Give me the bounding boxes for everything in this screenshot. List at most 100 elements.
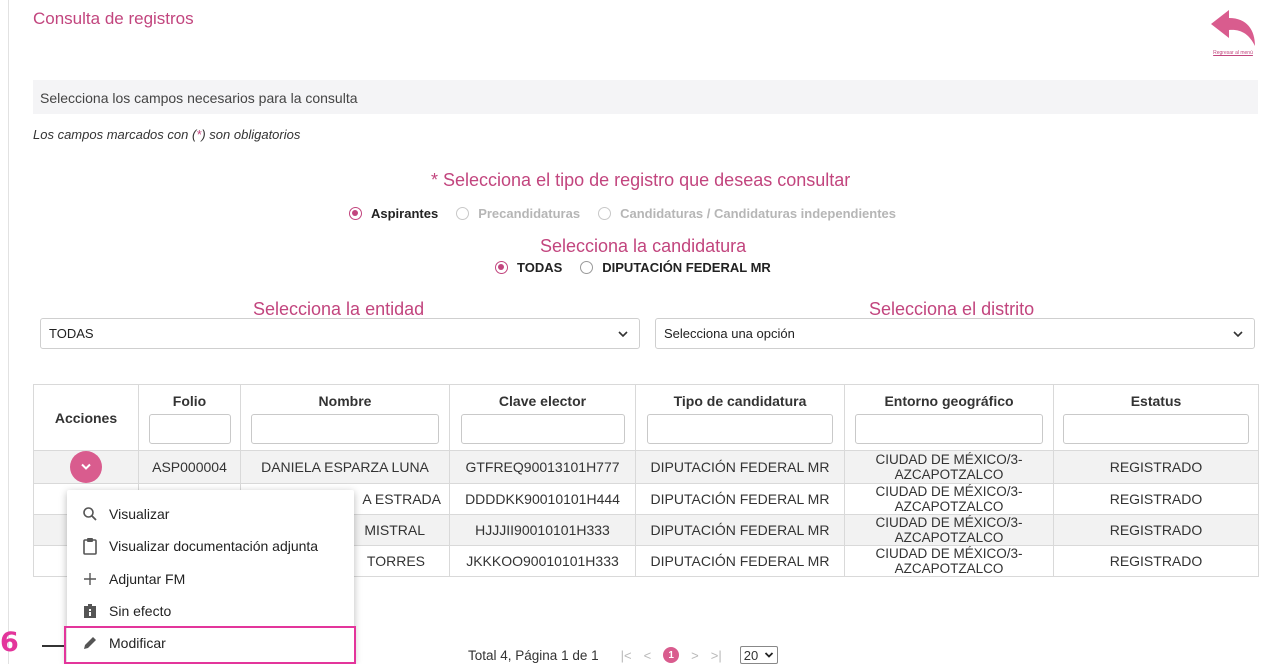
cell-geo-line2: AZCAPOTZALCO bbox=[894, 467, 1004, 482]
col-tipo-label: Tipo de candidatura bbox=[673, 393, 807, 409]
cell-geo: CIUDAD DE MÉXICO/3- AZCAPOTZALCO bbox=[844, 545, 1054, 577]
candidatura-radio-group: TODAS DIPUTACIÓN FEDERAL MR bbox=[495, 260, 789, 275]
plus-icon bbox=[80, 570, 100, 588]
cell-estatus: REGISTRADO bbox=[1053, 514, 1259, 546]
required-fields-note: Los campos marcados con (*) son obligato… bbox=[33, 127, 300, 142]
menu-item-visualizar[interactable]: Visualizar bbox=[67, 498, 354, 530]
chevron-down-icon bbox=[81, 463, 91, 470]
cell-geo-line2: AZCAPOTZALCO bbox=[894, 530, 1004, 545]
radio-label: TODAS bbox=[517, 260, 563, 275]
clave-filter-input[interactable] bbox=[460, 414, 625, 444]
left-divider bbox=[8, 0, 9, 664]
col-acciones: Acciones bbox=[33, 384, 139, 451]
step-callout-line bbox=[42, 645, 64, 647]
nombre-filter-input[interactable] bbox=[251, 414, 439, 444]
required-note-post: ) son obligatorios bbox=[201, 127, 301, 142]
cell-geo: CIUDAD DE MÉXICO/3- AZCAPOTZALCO bbox=[844, 483, 1054, 515]
radio-dot bbox=[456, 207, 470, 220]
last-page-button[interactable]: >| bbox=[711, 648, 722, 663]
radio-label: Aspirantes bbox=[371, 206, 439, 221]
menu-item-visualizar-documentacion[interactable]: Visualizar documentación adjunta bbox=[67, 530, 354, 562]
cell-geo-line2: AZCAPOTZALCO bbox=[894, 499, 1004, 514]
cell-tipo: DIPUTACIÓN FEDERAL MR bbox=[635, 514, 845, 546]
cell-clave: GTFREQ90013101H777 bbox=[449, 450, 636, 484]
radio-label: DIPUTACIÓN FEDERAL MR bbox=[602, 260, 771, 275]
next-page-button[interactable]: > bbox=[691, 648, 699, 663]
info-icon bbox=[80, 602, 100, 620]
radio-dot bbox=[598, 207, 612, 220]
radio-precandidaturas[interactable]: Precandidaturas bbox=[456, 206, 580, 221]
cell-clave: JKKKOO90010101H333 bbox=[449, 545, 636, 577]
folio-filter-input[interactable] bbox=[148, 414, 231, 444]
col-nombre-label: Nombre bbox=[318, 393, 372, 409]
cell-geo-line1: CIUDAD DE MÉXICO/3- bbox=[875, 452, 1023, 467]
prev-page-button[interactable]: < bbox=[644, 648, 652, 663]
col-folio: Folio bbox=[138, 384, 241, 451]
tipo-filter-input[interactable] bbox=[647, 414, 833, 444]
current-page-button[interactable]: 1 bbox=[663, 647, 680, 663]
col-clave-label: Clave elector bbox=[498, 393, 587, 409]
estatus-filter-input[interactable] bbox=[1063, 414, 1249, 444]
col-clave-elector: Clave elector bbox=[449, 384, 636, 451]
cell-clave: DDDDKK90010101H444 bbox=[449, 483, 636, 515]
clipboard-icon bbox=[80, 537, 100, 555]
pagination: Total 4, Página 1 de 1 |< < 1 > >| 20 bbox=[468, 646, 779, 664]
menu-item-label: Adjuntar FM bbox=[109, 571, 186, 587]
cell-folio: ASP000004 bbox=[138, 450, 241, 484]
col-estatus: Estatus bbox=[1053, 384, 1259, 451]
menu-item-label: Sin efecto bbox=[109, 603, 172, 619]
radio-dot bbox=[495, 261, 508, 274]
first-page-button[interactable]: |< bbox=[621, 648, 632, 663]
menu-item-label: Visualizar documentación adjunta bbox=[109, 538, 319, 554]
page-size-select[interactable]: 20 bbox=[739, 646, 779, 664]
cell-clave: HJJJII90010101H333 bbox=[449, 514, 636, 546]
record-type-title: * Selecciona el tipo de registro que des… bbox=[431, 170, 851, 190]
entidad-select[interactable]: TODAS bbox=[40, 318, 640, 349]
distrito-title: Selecciona el distrito bbox=[869, 299, 1035, 319]
chevron-down-icon bbox=[618, 331, 628, 338]
required-note-pre: Los campos marcados con ( bbox=[33, 127, 197, 142]
cell-geo-line1: CIUDAD DE MÉXICO/3- bbox=[875, 546, 1023, 561]
radio-dot bbox=[349, 207, 362, 220]
radio-label: Precandidaturas bbox=[478, 206, 581, 221]
step-highlight-box bbox=[64, 626, 356, 664]
col-estatus-label: Estatus bbox=[1130, 393, 1182, 409]
record-type-radio-group: Aspirantes Precandidaturas Candidaturas … bbox=[349, 206, 914, 221]
distrito-select[interactable]: Selecciona una opción bbox=[655, 318, 1255, 349]
radio-aspirantes[interactable]: Aspirantes bbox=[349, 206, 438, 221]
step-callout-number: 6 bbox=[0, 627, 19, 658]
col-folio-label: Folio bbox=[172, 393, 207, 409]
table-header-row: Acciones Folio Nombre Clave elector Tipo… bbox=[33, 384, 1259, 451]
radio-diputacion-federal-mr[interactable]: DIPUTACIÓN FEDERAL MR bbox=[580, 260, 771, 275]
radio-candidaturas[interactable]: Candidaturas / Candidaturas independient… bbox=[598, 206, 896, 221]
col-entorno-geografico: Entorno geográfico bbox=[844, 384, 1054, 451]
radio-dot bbox=[580, 261, 594, 274]
menu-item-adjuntar-fm[interactable]: Adjuntar FM bbox=[67, 563, 354, 595]
cell-geo: CIUDAD DE MÉXICO/3- AZCAPOTZALCO bbox=[844, 450, 1054, 484]
col-geo-label: Entorno geográfico bbox=[884, 393, 1014, 409]
radio-todas[interactable]: TODAS bbox=[495, 260, 562, 275]
cell-estatus: REGISTRADO bbox=[1053, 483, 1259, 515]
col-nombre: Nombre bbox=[240, 384, 450, 451]
cell-estatus: REGISTRADO bbox=[1053, 450, 1259, 484]
col-tipo-candidatura: Tipo de candidatura bbox=[635, 384, 845, 451]
cell-geo-line2: AZCAPOTZALCO bbox=[894, 561, 1004, 576]
row-actions-button[interactable] bbox=[70, 451, 102, 483]
search-icon bbox=[80, 505, 100, 523]
pagination-summary: Total 4, Página 1 de 1 bbox=[468, 647, 599, 663]
cell-nombre: DANIELA ESPARZA LUNA bbox=[240, 450, 450, 484]
cell-tipo: DIPUTACIÓN FEDERAL MR bbox=[635, 545, 845, 577]
menu-item-sin-efecto[interactable]: Sin efecto bbox=[67, 595, 354, 627]
back-to-menu-button[interactable]: Regresar al menú bbox=[1203, 6, 1263, 62]
cell-estatus: REGISTRADO bbox=[1053, 545, 1259, 577]
entidad-select-value: TODAS bbox=[49, 326, 94, 341]
cell-geo: CIUDAD DE MÉXICO/3- AZCAPOTZALCO bbox=[844, 514, 1054, 546]
cell-tipo: DIPUTACIÓN FEDERAL MR bbox=[635, 450, 845, 484]
page-size-value: 20 bbox=[743, 647, 759, 663]
row-actions-cell bbox=[33, 450, 139, 484]
instructions-bar: Selecciona los campos necesarios para la… bbox=[33, 80, 1258, 114]
back-label: Regresar al menú bbox=[1213, 50, 1253, 56]
radio-label: Candidaturas / Candidaturas independient… bbox=[620, 206, 897, 221]
geo-filter-input[interactable] bbox=[855, 414, 1043, 444]
back-arrow-icon bbox=[1211, 10, 1255, 46]
